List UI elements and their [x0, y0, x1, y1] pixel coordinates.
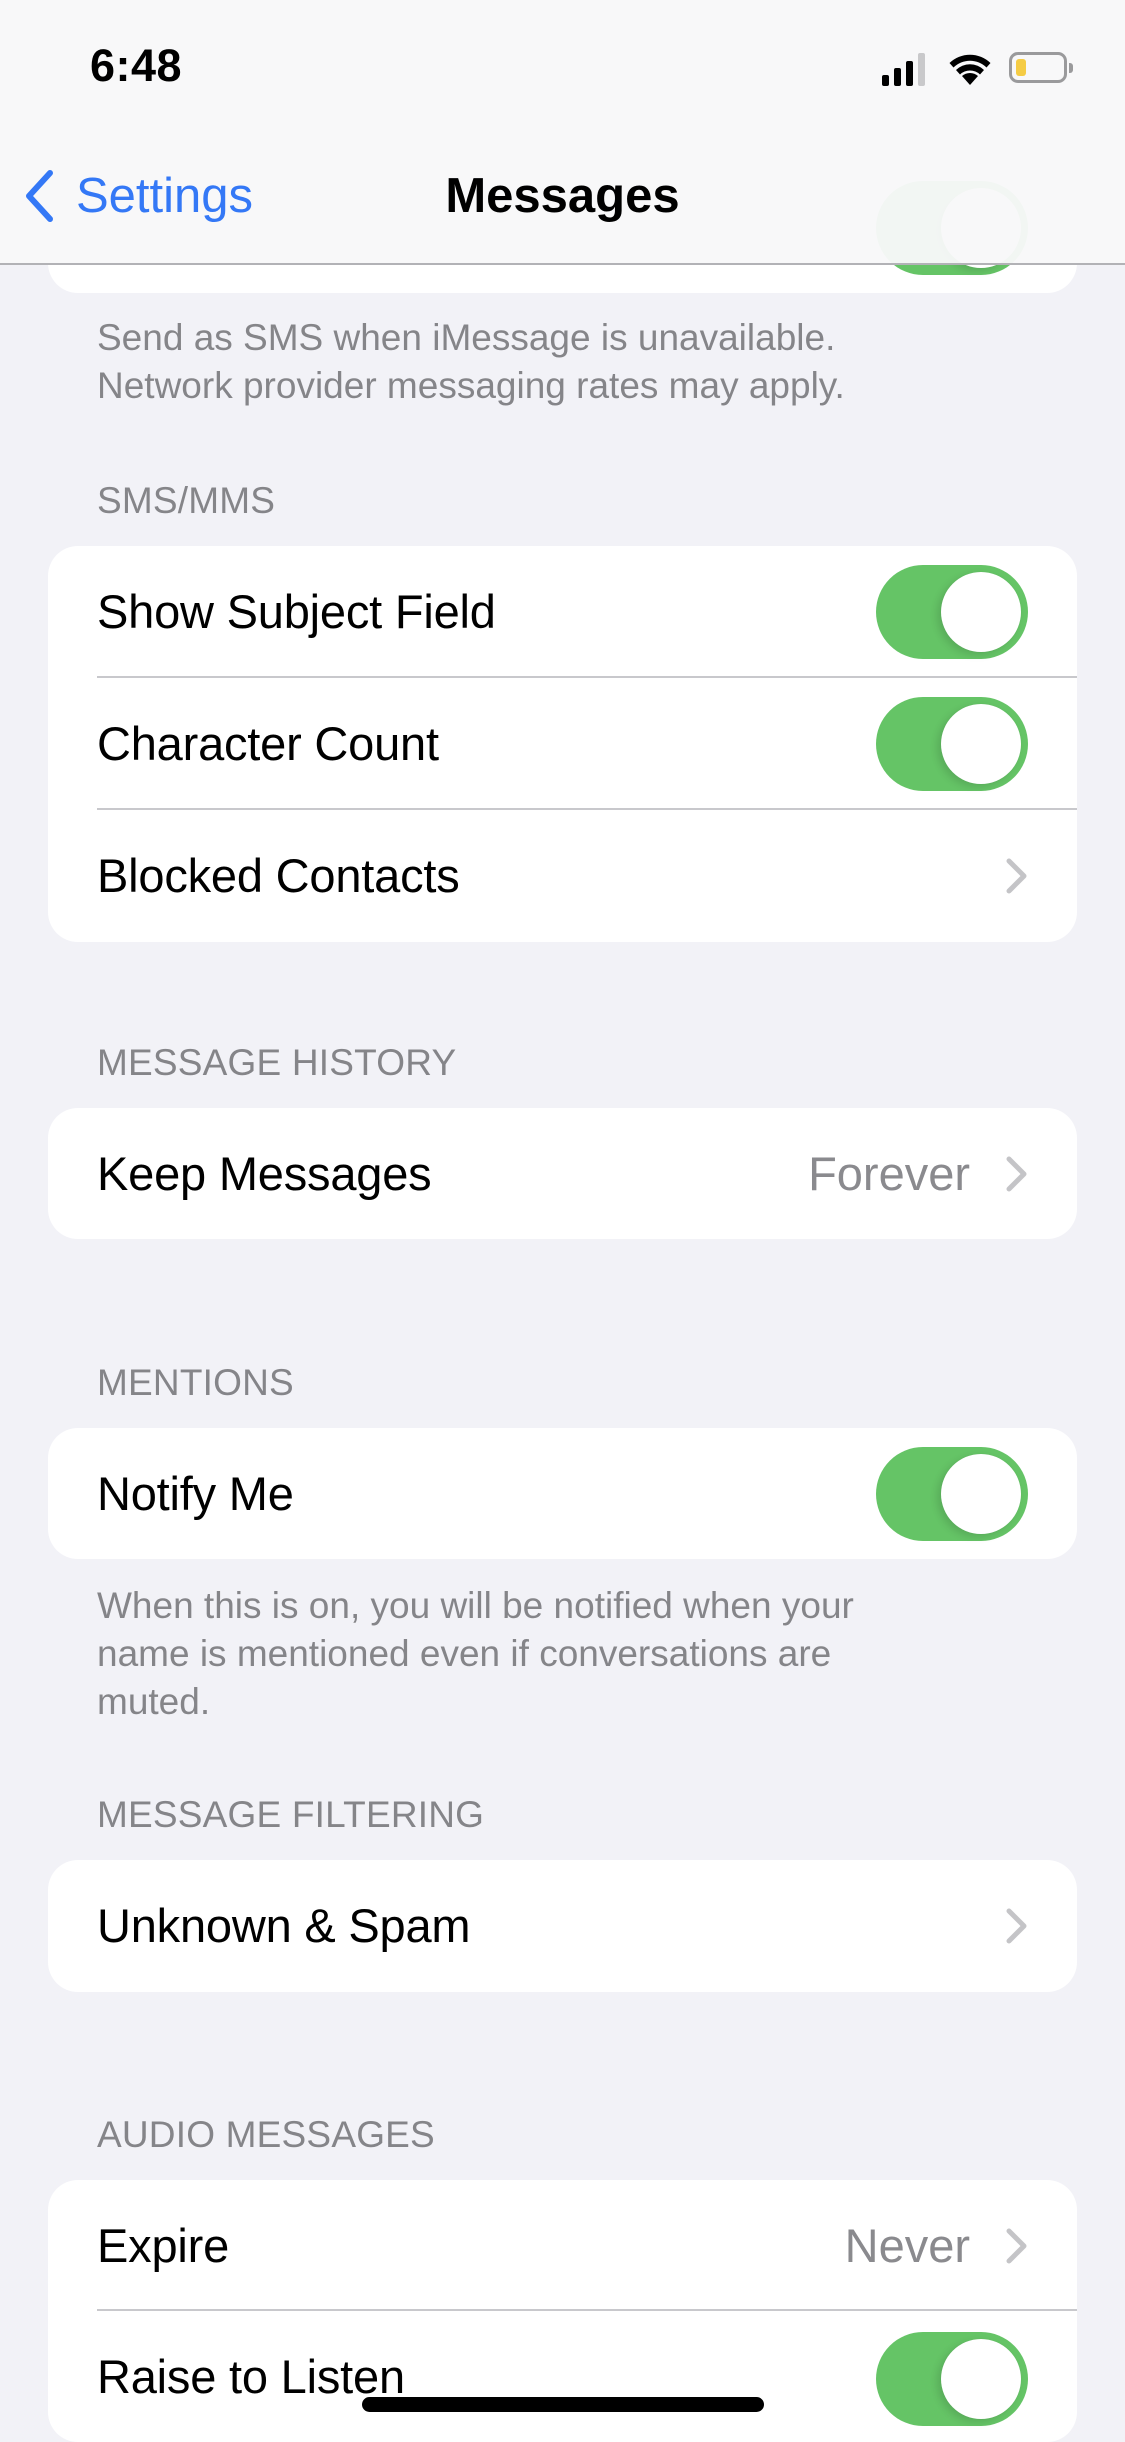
- chevron-right-icon: [1006, 2228, 1027, 2264]
- chevron-right-icon: [1006, 1908, 1027, 1944]
- raise-to-listen-toggle[interactable]: [876, 2332, 1028, 2426]
- section-header-message-history: MESSAGE HISTORY: [97, 1042, 457, 1083]
- page-title: Messages: [445, 169, 680, 223]
- show-subject-field-toggle[interactable]: [876, 565, 1028, 659]
- cellular-signal-icon: [882, 53, 925, 86]
- footer-line: Network provider messaging rates may app…: [97, 365, 845, 406]
- toggle-knob: [941, 572, 1021, 652]
- toggle-knob: [941, 1454, 1021, 1534]
- keep-messages-row[interactable]: Keep Messages Forever: [48, 1108, 1077, 1239]
- footer-line: When this is on, you will be notified wh…: [97, 1585, 854, 1626]
- footer-line: muted.: [97, 1681, 211, 1722]
- notify-me-row[interactable]: Notify Me: [48, 1428, 1077, 1559]
- row-label: Expire: [97, 2219, 230, 2272]
- chevron-right-icon: [1006, 1156, 1027, 1192]
- section-header-mentions: MENTIONS: [97, 1362, 294, 1403]
- row-label: Show Subject Field: [97, 585, 496, 638]
- row-label: Notify Me: [97, 1467, 294, 1520]
- expire-value: Never: [844, 2219, 970, 2272]
- row-label: Blocked Contacts: [97, 849, 460, 902]
- blocked-contacts-row[interactable]: Blocked Contacts: [48, 810, 1077, 942]
- home-indicator[interactable]: [362, 2397, 764, 2412]
- row-label: Keep Messages: [97, 1147, 432, 1200]
- section-header-audio-messages: AUDIO MESSAGES: [97, 2114, 435, 2155]
- row-label: Raise to Listen: [97, 2350, 405, 2403]
- notify-me-toggle[interactable]: [876, 1447, 1028, 1541]
- row-label: Unknown & Spam: [97, 1899, 471, 1952]
- keep-messages-value: Forever: [808, 1147, 970, 1200]
- battery-cap: [1069, 63, 1073, 73]
- expire-row[interactable]: Expire Never: [48, 2180, 1077, 2311]
- message-filtering-card: Unknown & Spam: [48, 1860, 1077, 1992]
- unknown-and-spam-row[interactable]: Unknown & Spam: [48, 1860, 1077, 1992]
- status-icons: [0, 50, 1125, 90]
- toggle-knob: [941, 704, 1021, 784]
- character-count-toggle[interactable]: [876, 697, 1028, 791]
- toggle-knob: [941, 2339, 1021, 2419]
- battery-icon: [1009, 52, 1073, 83]
- wifi-icon: [949, 54, 991, 85]
- mentions-card: Notify Me: [48, 1428, 1077, 1559]
- row-label: Character Count: [97, 717, 439, 770]
- message-history-card: Keep Messages Forever: [48, 1108, 1077, 1239]
- show-subject-field-row[interactable]: Show Subject Field: [48, 546, 1077, 678]
- footer-line: Send as SMS when iMessage is unavailable…: [97, 317, 836, 358]
- battery-level-fill: [1016, 59, 1026, 76]
- send-as-sms-footer: Send as SMS when iMessage is unavailable…: [97, 314, 845, 410]
- mentions-footer: When this is on, you will be notified wh…: [97, 1582, 854, 1726]
- navigation-bar: 6:48 Settings Messages: [0, 0, 1125, 265]
- chevron-right-icon: [1006, 858, 1027, 894]
- raise-to-listen-row[interactable]: Raise to Listen: [48, 2311, 1077, 2442]
- sms-mms-card: Show Subject Field Character Count Block…: [48, 546, 1077, 942]
- section-header-sms-mms: SMS/MMS: [97, 480, 276, 521]
- section-header-message-filtering: MESSAGE FILTERING: [97, 1794, 485, 1835]
- footer-line: name is mentioned even if conversations …: [97, 1633, 832, 1674]
- character-count-row[interactable]: Character Count: [48, 678, 1077, 810]
